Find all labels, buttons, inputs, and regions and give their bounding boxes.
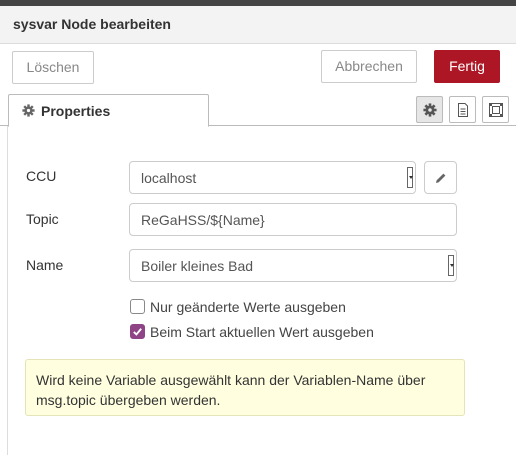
on-start-checkbox[interactable] [130, 324, 145, 339]
edit-ccu-button[interactable] [424, 161, 457, 194]
dialog-header: sysvar Node bearbeiten [0, 6, 516, 44]
ccu-select-value: localhost [141, 170, 197, 186]
pencil-icon [436, 173, 446, 183]
gear-icon [423, 103, 437, 117]
cancel-button[interactable]: Abbrechen [321, 50, 417, 83]
properties-view-button[interactable] [416, 96, 443, 123]
description-view-button[interactable] [449, 96, 476, 123]
checkmark-icon [133, 328, 142, 336]
on-start-label: Beim Start aktuellen Wert ausgeben [150, 324, 374, 340]
tab-properties-label: Properties [41, 103, 111, 119]
only-changed-checkbox[interactable] [130, 299, 145, 314]
name-select-value: Boiler kleines Bad [141, 258, 254, 274]
tab-properties[interactable]: Properties [8, 94, 209, 127]
topic-label: Topic [26, 211, 59, 227]
name-label: Name [26, 257, 64, 273]
topic-input-value: ReGaHSS/${Name} [141, 212, 265, 228]
gear-icon [22, 104, 35, 117]
appearance-view-button[interactable] [482, 96, 509, 123]
ccu-select[interactable]: localhost [129, 161, 416, 194]
delete-button[interactable]: Löschen [12, 51, 94, 84]
only-changed-label: Nur geänderte Werte ausgeben [150, 299, 346, 315]
topic-input[interactable]: ReGaHSS/${Name} [129, 203, 457, 236]
ccu-label: CCU [26, 168, 57, 184]
done-button[interactable]: Fertig [434, 50, 500, 83]
frame-icon [489, 103, 503, 117]
document-icon [458, 103, 468, 117]
chevron-down-icon [407, 167, 413, 188]
dialog-title: sysvar Node bearbeiten [13, 16, 171, 32]
name-select[interactable]: Boiler kleines Bad [129, 249, 457, 282]
info-tip: Wird keine Variable ausgewählt kann der … [25, 359, 465, 416]
chevron-down-icon [448, 255, 454, 276]
